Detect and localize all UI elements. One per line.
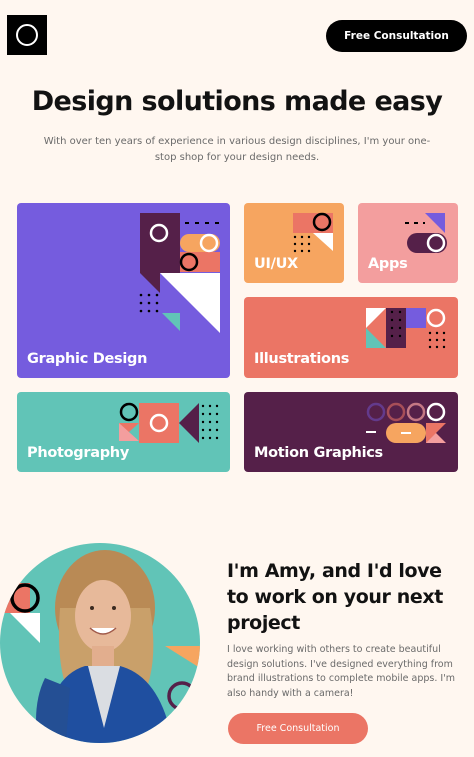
portrait-illustration bbox=[0, 543, 200, 743]
service-card-illustrations[interactable]: Illustrations bbox=[244, 297, 458, 378]
hero-title: Design solutions made easy bbox=[31, 86, 443, 117]
service-card-motion-graphics[interactable]: Motion Graphics bbox=[244, 392, 458, 472]
service-card-photography[interactable]: Photography bbox=[17, 392, 230, 472]
hero-description: With over ten years of experience in var… bbox=[43, 136, 431, 163]
header-consultation-button[interactable]: Free Consultation bbox=[326, 20, 467, 52]
service-label-illustrations: Illustrations bbox=[254, 351, 350, 367]
service-label-motion-graphics: Motion Graphics bbox=[254, 445, 383, 461]
about-consultation-button[interactable]: Free Consultation bbox=[228, 713, 368, 744]
circle-logo-icon bbox=[16, 24, 38, 46]
service-label-graphic-design: Graphic Design bbox=[27, 351, 148, 367]
about-description: I love working with others to create bea… bbox=[227, 644, 456, 700]
service-label-ui-ux: UI/UX bbox=[254, 256, 298, 272]
service-label-photography: Photography bbox=[27, 445, 129, 461]
portrait-image bbox=[0, 528, 205, 757]
service-card-graphic-design[interactable]: Graphic Design bbox=[17, 203, 230, 378]
service-card-apps[interactable]: Apps bbox=[358, 203, 458, 283]
logo[interactable] bbox=[7, 15, 47, 55]
about-title: I'm Amy, and I'd love to work on your ne… bbox=[227, 560, 443, 634]
service-card-ui-ux[interactable]: UI/UX bbox=[244, 203, 344, 283]
service-label-apps: Apps bbox=[368, 256, 408, 272]
